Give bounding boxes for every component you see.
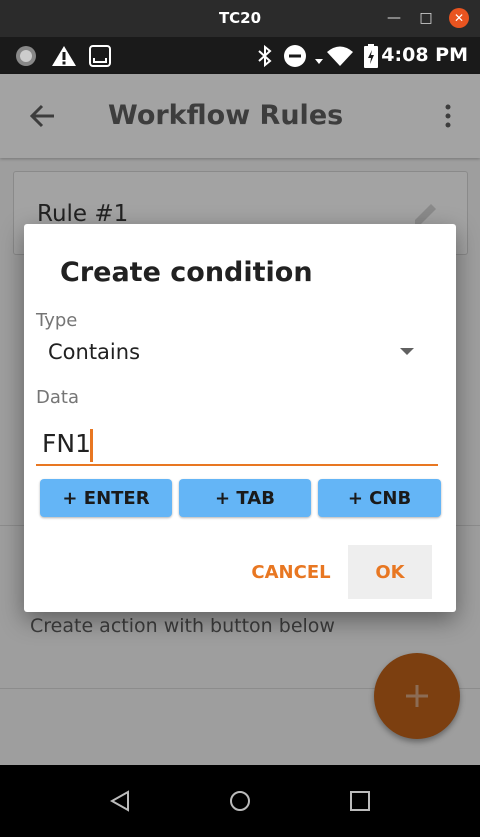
nav-recents-icon[interactable] xyxy=(348,789,372,813)
add-tab-button[interactable]: + TAB xyxy=(179,479,311,517)
add-cnb-button[interactable]: + CNB xyxy=(318,479,441,517)
empty-actions-hint: Create action with button below xyxy=(30,615,335,637)
do-not-disturb-icon xyxy=(284,45,306,67)
plus-icon xyxy=(406,685,428,707)
close-icon[interactable]: ✕ xyxy=(449,8,469,28)
add-enter-button[interactable]: + ENTER xyxy=(40,479,172,517)
dropdown-caret-icon xyxy=(400,348,414,355)
cancel-button[interactable]: CANCEL xyxy=(231,545,351,599)
emulator-titlebar: TC20 — □ ✕ xyxy=(0,0,480,37)
type-selected-value: Contains xyxy=(48,340,141,364)
scanner-icon xyxy=(89,45,111,67)
bluetooth-icon xyxy=(258,44,272,68)
window-title: TC20 xyxy=(218,9,262,27)
wifi-icon xyxy=(327,46,353,66)
data-input[interactable] xyxy=(36,422,438,466)
warning-icon xyxy=(52,46,76,66)
sync-spinner-icon xyxy=(16,46,36,66)
create-condition-dialog: Create condition Type Contains Data + EN… xyxy=(24,224,456,612)
status-bar: 4:08 PM xyxy=(0,37,480,74)
data-label: Data xyxy=(36,387,79,408)
status-time: 4:08 PM xyxy=(381,44,468,66)
ok-button[interactable]: OK xyxy=(348,545,432,599)
dialog-title: Create condition xyxy=(60,257,313,288)
type-label: Type xyxy=(36,310,78,331)
navigation-bar xyxy=(0,765,480,837)
maximize-icon[interactable]: □ xyxy=(416,8,436,28)
overflow-menu-icon[interactable] xyxy=(436,102,460,130)
nav-back-icon[interactable] xyxy=(108,789,132,813)
text-cursor xyxy=(90,429,93,462)
data-arrow-icon xyxy=(315,59,323,64)
page-title: Workflow Rules xyxy=(108,100,344,131)
minimize-icon[interactable]: — xyxy=(384,8,404,28)
nav-home-icon[interactable] xyxy=(228,789,252,813)
app-bar: Workflow Rules xyxy=(0,74,480,158)
add-action-fab[interactable] xyxy=(374,653,460,739)
battery-charging-icon xyxy=(364,44,378,68)
back-arrow-icon[interactable] xyxy=(28,102,56,130)
